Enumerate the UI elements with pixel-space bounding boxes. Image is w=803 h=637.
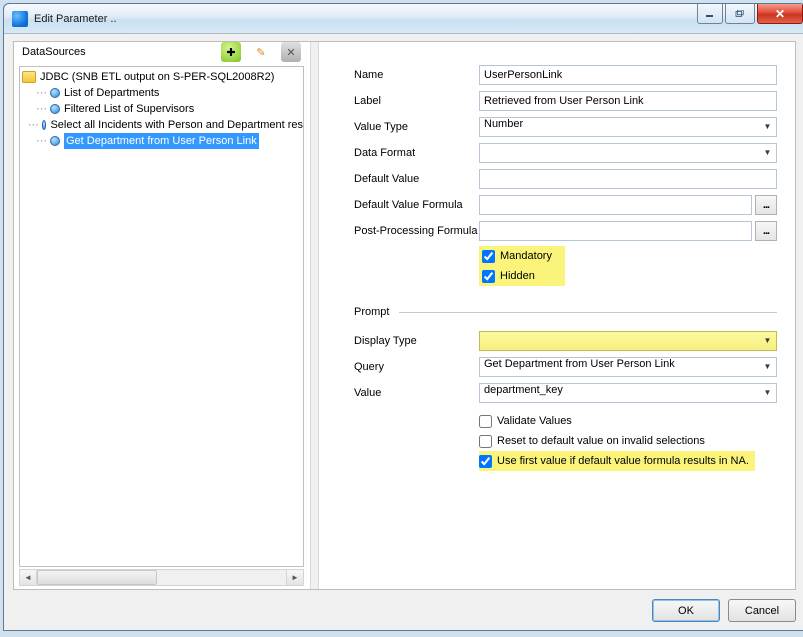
splitter[interactable] <box>310 42 319 589</box>
usefirst-label: Use first value if default value formula… <box>497 455 749 467</box>
tree-item-selected[interactable]: ⋯ Get Department from User Person Link <box>22 133 303 149</box>
defaultformula-input[interactable] <box>479 195 752 215</box>
parameter-form: Name Label Value Type Number ▼ Data Forma… <box>320 42 795 589</box>
chevron-down-icon: ▼ <box>759 118 776 136</box>
dialog-window: Edit Parameter .. ✕ DataSources ✚ ✎ ✕ <box>3 3 803 631</box>
label-label: Label <box>354 95 479 107</box>
mandatory-checkbox[interactable] <box>482 250 495 263</box>
reset-label: Reset to default value on invalid select… <box>497 435 705 447</box>
add-datasource-button[interactable]: ✚ <box>221 42 241 62</box>
minimize-button[interactable] <box>697 4 723 24</box>
hidden-checkbox-row[interactable]: Hidden <box>479 266 565 286</box>
dialog-buttons: OK Cancel <box>652 599 796 622</box>
edit-datasource-button[interactable]: ✎ <box>251 42 271 62</box>
node-icon <box>50 136 60 146</box>
dataformat-select[interactable]: ▼ <box>479 143 777 163</box>
window-buttons: ✕ <box>697 4 803 33</box>
main-panel: DataSources ✚ ✎ ✕ JDBC (SNB ETL output o… <box>13 41 796 590</box>
tree-root[interactable]: JDBC (SNB ETL output on S-PER-SQL2008R2) <box>22 69 303 85</box>
mandatory-label: Mandatory <box>500 250 552 262</box>
chevron-down-icon: ▼ <box>759 332 776 350</box>
displaytype-label: Display Type <box>354 335 479 347</box>
postprocess-input[interactable] <box>479 221 752 241</box>
reset-checkbox-row[interactable]: Reset to default value on invalid select… <box>479 431 777 451</box>
label-input[interactable] <box>479 91 777 111</box>
tree-item[interactable]: ⋯ Filtered List of Supervisors <box>22 101 303 117</box>
scroll-track[interactable] <box>37 570 286 585</box>
datasource-header: DataSources ✚ ✎ ✕ <box>14 42 309 63</box>
usefirst-checkbox[interactable] <box>479 455 492 468</box>
ok-button[interactable]: OK <box>652 599 720 622</box>
scroll-right-button[interactable]: ► <box>286 570 303 585</box>
maximize-button[interactable] <box>725 4 755 24</box>
tree-item[interactable]: ⋯ Select all Incidents with Person and D… <box>22 117 303 133</box>
validate-checkbox[interactable] <box>479 415 492 428</box>
prompt-options: Validate Values Reset to default value o… <box>479 411 777 471</box>
defaultvalue-input[interactable] <box>479 169 777 189</box>
tree-item-label: List of Departments <box>64 85 159 101</box>
mandatory-checkbox-row[interactable]: Mandatory <box>479 246 565 266</box>
tree-item-label: Get Department from User Person Link <box>64 133 259 149</box>
scroll-left-button[interactable]: ◄ <box>20 570 37 585</box>
tree-item[interactable]: ⋯ List of Departments <box>22 85 303 101</box>
titlebar[interactable]: Edit Parameter .. ✕ <box>4 4 803 34</box>
tree-item-label: Select all Incidents with Person and Dep… <box>50 117 303 133</box>
value-value: department_key <box>484 384 563 396</box>
query-select[interactable]: Get Department from User Person Link ▼ <box>479 357 777 377</box>
pencil-icon: ✎ <box>256 46 265 59</box>
datasource-toolbar: ✚ ✎ ✕ <box>221 42 301 62</box>
postprocess-label: Post-Processing Formula <box>354 225 479 237</box>
prompt-section-title: Prompt <box>354 306 777 318</box>
node-icon <box>42 120 47 130</box>
client-area: DataSources ✚ ✎ ✕ JDBC (SNB ETL output o… <box>4 34 803 630</box>
plus-icon: ✚ <box>226 46 235 59</box>
datasource-tree[interactable]: JDBC (SNB ETL output on S-PER-SQL2008R2)… <box>19 66 304 567</box>
name-label: Name <box>354 69 479 81</box>
flags-group: Mandatory Hidden <box>479 246 565 286</box>
value-select[interactable]: department_key ▼ <box>479 383 777 403</box>
close-button[interactable]: ✕ <box>757 4 803 24</box>
defaultformula-label: Default Value Formula <box>354 199 479 211</box>
cancel-button[interactable]: Cancel <box>728 599 796 622</box>
validate-checkbox-row[interactable]: Validate Values <box>479 411 777 431</box>
app-icon <box>12 11 28 27</box>
x-icon: ✕ <box>286 46 295 59</box>
query-label: Query <box>354 361 479 373</box>
datasource-pane: DataSources ✚ ✎ ✕ JDBC (SNB ETL output o… <box>14 42 309 589</box>
value-label: Value <box>354 387 479 399</box>
delete-datasource-button[interactable]: ✕ <box>281 42 301 62</box>
defaultvalue-label: Default Value <box>354 173 479 185</box>
reset-checkbox[interactable] <box>479 435 492 448</box>
valuetype-select[interactable]: Number ▼ <box>479 117 777 137</box>
folder-icon <box>22 71 36 83</box>
displaytype-select[interactable]: ▼ <box>479 331 777 351</box>
hidden-label: Hidden <box>500 270 535 282</box>
valuetype-value: Number <box>484 118 523 130</box>
query-value: Get Department from User Person Link <box>484 358 675 370</box>
name-input[interactable] <box>479 65 777 85</box>
chevron-down-icon: ▼ <box>759 384 776 402</box>
dataformat-label: Data Format <box>354 147 479 159</box>
chevron-down-icon: ▼ <box>759 144 776 162</box>
scroll-thumb[interactable] <box>37 570 157 585</box>
defaultformula-browse-button[interactable]: ... <box>755 195 777 215</box>
hidden-checkbox[interactable] <box>482 270 495 283</box>
datasource-title: DataSources <box>22 46 221 58</box>
tree-item-label: Filtered List of Supervisors <box>64 101 194 117</box>
chevron-down-icon: ▼ <box>759 358 776 376</box>
usefirst-checkbox-row[interactable]: Use first value if default value formula… <box>479 451 755 471</box>
tree-root-label: JDBC (SNB ETL output on S-PER-SQL2008R2) <box>40 69 274 85</box>
divider <box>399 312 777 313</box>
node-icon <box>50 88 60 98</box>
valuetype-label: Value Type <box>354 121 479 133</box>
horizontal-scrollbar[interactable]: ◄ ► <box>19 569 304 586</box>
tree-dots: ⋯ <box>34 85 48 101</box>
window-title: Edit Parameter .. <box>34 13 697 25</box>
node-icon <box>50 104 60 114</box>
postprocess-browse-button[interactable]: ... <box>755 221 777 241</box>
validate-label: Validate Values <box>497 415 572 427</box>
